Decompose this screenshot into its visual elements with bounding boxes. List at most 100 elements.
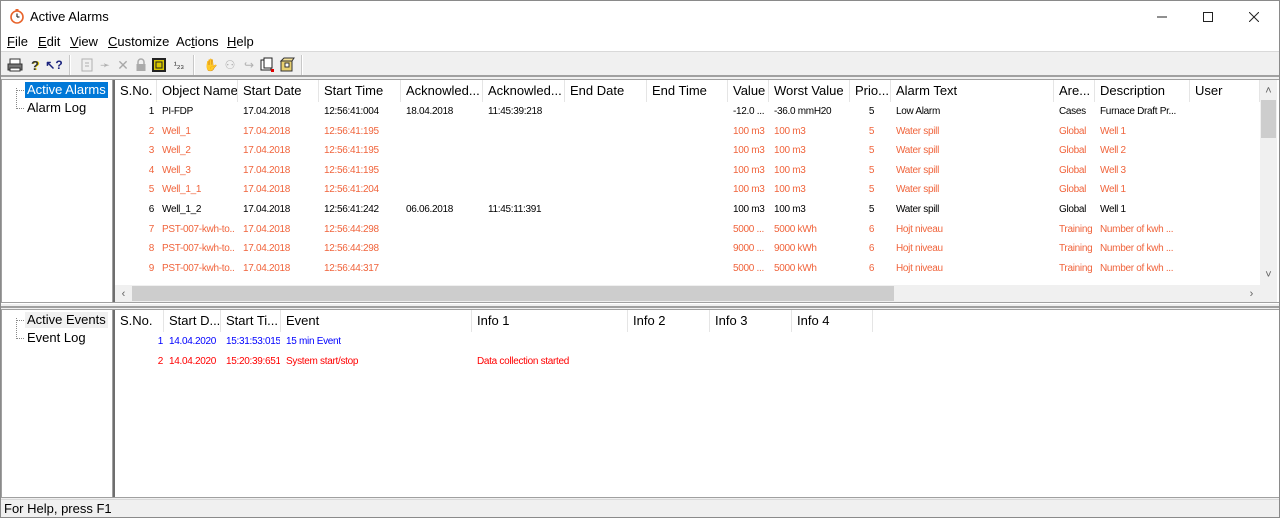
context-help-button[interactable]: ↖? (45, 56, 63, 74)
alarm-cell-object: Well_1 (162, 125, 191, 137)
alarm-cell-text: Water spill (896, 184, 940, 196)
column-header[interactable]: S.No. (115, 80, 157, 102)
column-header[interactable]: Prio... (850, 80, 891, 102)
tree-item-alarm-log[interactable]: Alarm Log (25, 100, 88, 116)
scroll-down-icon[interactable]: ˅ (1260, 266, 1277, 283)
lock-button[interactable] (132, 56, 150, 74)
scrollbar-corner (1260, 285, 1277, 302)
column-header[interactable]: Alarm Text (891, 80, 1054, 102)
column-header[interactable]: End Date (565, 80, 647, 102)
shelve-button[interactable]: ↪ (240, 56, 258, 74)
alarm-cell-prio: 6 (868, 223, 875, 235)
alarm-cell-value: 5000 ... (733, 262, 764, 274)
column-header[interactable]: Event (281, 310, 472, 332)
alarm-row[interactable]: 9 PST-007-kwh-to... 17.04.2018 12:56:44:317… (115, 263, 1260, 277)
tree-connector (16, 318, 17, 339)
properties-icon (81, 58, 93, 72)
pane-splitter[interactable] (1, 303, 1279, 308)
print-button[interactable] (6, 56, 24, 74)
tree-item-event-log[interactable]: Event Log (25, 330, 88, 346)
acknowledge-button[interactable]: ➛ (96, 56, 114, 74)
column-header[interactable]: Description (1095, 80, 1190, 102)
column-header[interactable]: Info 2 (628, 310, 710, 332)
properties-button[interactable] (78, 56, 96, 74)
alarm-cell-desc: Number of kwh ... (1100, 262, 1174, 274)
alarm-row[interactable]: 5 Well_1_1 17.04.2018 12:56:41:204 100 m3 100… (115, 184, 1260, 198)
maximize-button[interactable] (1185, 1, 1231, 32)
event-pane: Active Events Event Log S.No. Start D... S… (1, 309, 1279, 498)
delete-button[interactable]: ✕ (114, 56, 132, 74)
alarm-row[interactable]: 6 Well_1_2 17.04.2018 12:56:41:242 06.06.201… (115, 204, 1260, 218)
column-header[interactable]: Info 4 (792, 310, 873, 332)
help-button[interactable]: ? (26, 56, 44, 74)
acknowledge-all-button[interactable]: ✋ (202, 56, 220, 74)
event-row[interactable]: 2 14.04.2020 15:20:39:651 System start/stop… (115, 356, 1275, 370)
menu-file[interactable]: File (7, 34, 28, 49)
column-header[interactable]: Start Date (238, 80, 319, 102)
alarm-cell-desc: Number of kwh ... (1100, 223, 1174, 235)
numbering-button[interactable]: ¹₂₃ (170, 56, 188, 74)
tree-item-active-alarms[interactable]: Active Alarms (25, 82, 108, 98)
filter-button[interactable] (150, 56, 168, 74)
export-button[interactable] (259, 56, 277, 74)
column-header[interactable]: Acknowled... (401, 80, 483, 102)
column-header[interactable]: End Time (647, 80, 728, 102)
event-row[interactable]: 1 14.04.2020 15:31:53:015 15 min Event (115, 336, 1275, 350)
alarm-cell-desc: Well 3 (1100, 164, 1126, 176)
column-header[interactable]: Info 3 (710, 310, 792, 332)
column-header[interactable]: Start D... (164, 310, 221, 332)
alarm-cell-start-date: 17.04.2018 (243, 223, 291, 235)
archive-icon (279, 57, 295, 72)
archive-button[interactable] (278, 56, 296, 74)
menu-help[interactable]: Help (227, 34, 254, 49)
close-button[interactable] (1231, 1, 1277, 32)
alarm-vertical-scroll-thumb[interactable] (1261, 100, 1276, 138)
maximize-icon (1203, 11, 1213, 22)
alarm-cell-text: Low Alarm (896, 106, 940, 117)
delete-icon: ✕ (117, 56, 129, 73)
menu-customize[interactable]: Customize (108, 34, 169, 49)
alarm-cell-text: Water spill (896, 164, 940, 176)
alarm-cell-start-time: 12:56:41:242 (324, 204, 379, 215)
alarm-cell-desc: Well 1 (1100, 184, 1126, 196)
column-header[interactable]: Info 1 (472, 310, 628, 332)
alarm-horizontal-scrollbar[interactable]: ‹ › (115, 285, 1260, 302)
column-header[interactable]: Worst Value (769, 80, 850, 102)
menu-actions[interactable]: Actions (176, 34, 219, 49)
alarm-row[interactable]: 4 Well_3 17.04.2018 12:56:41:195 100 m3 100 m… (115, 165, 1260, 179)
alarm-cell-text: Hojt niveau (896, 243, 943, 255)
column-header[interactable]: User (1190, 80, 1260, 102)
alarm-cell-start-time: 12:56:41:004 (324, 106, 379, 117)
find-button[interactable]: ⚇ (221, 56, 239, 74)
scroll-up-icon[interactable]: ˄ (1260, 82, 1277, 99)
alarm-cell-value: 100 m3 (733, 164, 765, 176)
column-header[interactable]: Start Time (319, 80, 401, 102)
minimize-button[interactable] (1139, 1, 1185, 32)
alarm-cell-object: PST-007-kwh-to... (162, 262, 235, 274)
alarm-horizontal-scroll-thumb[interactable] (132, 286, 894, 301)
alarm-row[interactable]: 2 Well_1 17.04.2018 12:56:41:195 100 m3 100 m… (115, 126, 1260, 140)
alarm-row[interactable]: 7 PST-007-kwh-to... 17.04.2018 12:56:44:298… (115, 224, 1260, 238)
alarm-vertical-scrollbar[interactable]: ˄ ˅ (1260, 80, 1277, 285)
alarm-cell-prio: 5 (868, 204, 875, 215)
alarm-row[interactable]: 3 Well_2 17.04.2018 12:56:41:195 100 m3 100 m… (115, 145, 1260, 159)
column-header[interactable]: Are... (1054, 80, 1095, 102)
menu-view[interactable]: View (70, 34, 98, 49)
status-text: For Help, press F1 (4, 501, 112, 516)
column-header[interactable]: Start Ti... (221, 310, 281, 332)
column-header[interactable]: Acknowled... (483, 80, 565, 102)
column-header[interactable]: Object Name (157, 80, 238, 102)
alarm-cell-start-time: 12:56:41:195 (324, 125, 379, 137)
scroll-left-icon[interactable]: ‹ (115, 285, 132, 302)
alarm-cell-sno: 4 (148, 164, 154, 176)
alarm-row[interactable]: 1 PI-FDP 17.04.2018 12:56:41:004 18.04.2018 1… (115, 106, 1260, 120)
column-header[interactable]: Value (728, 80, 769, 102)
alarm-cell-start-date: 17.04.2018 (243, 243, 291, 255)
scroll-right-icon[interactable]: › (1243, 285, 1260, 302)
alarm-row[interactable]: 8 PST-007-kwh-to... 17.04.2018 12:56:44:298… (115, 243, 1260, 257)
menu-edit[interactable]: Edit (38, 34, 60, 49)
close-icon (1249, 11, 1259, 22)
tree-item-active-events[interactable]: Active Events (25, 312, 108, 328)
alarm-cell-ack-time: 11:45:39:218 (488, 106, 543, 117)
column-header[interactable]: S.No. (115, 310, 164, 332)
